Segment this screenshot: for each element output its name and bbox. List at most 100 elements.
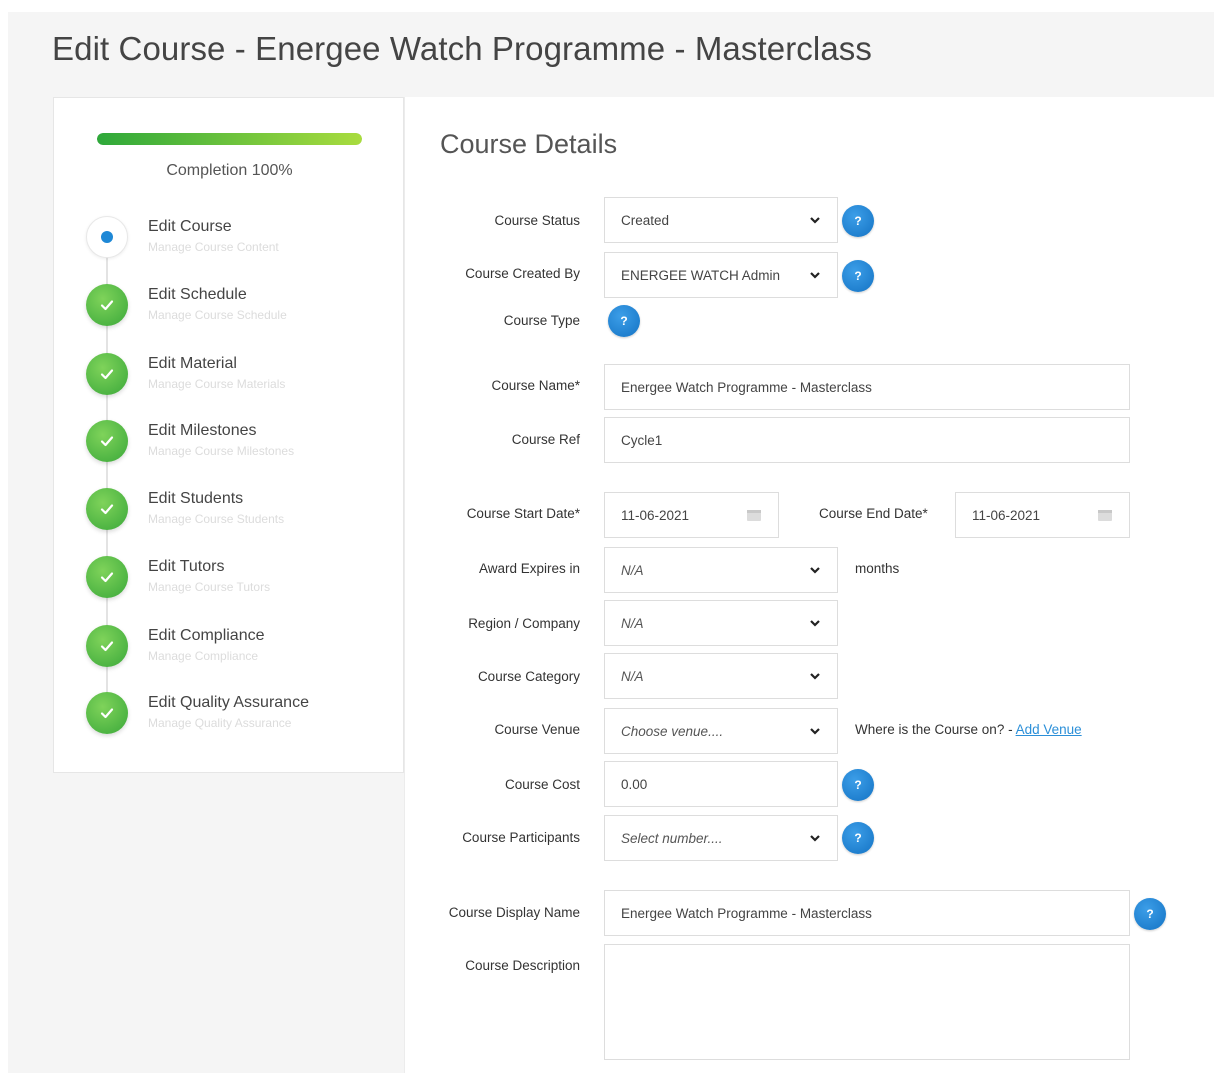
cost-label: Course Cost xyxy=(504,777,580,792)
checkmark-icon xyxy=(86,284,128,326)
add-venue-link[interactable]: Add Venue xyxy=(1016,722,1082,737)
start-date-input[interactable]: 11-06-2021 xyxy=(604,492,779,538)
checkmark-icon xyxy=(86,488,128,530)
page-title: Edit Course - Energee Watch Programme - … xyxy=(52,30,872,67)
completion-progress-bar xyxy=(97,133,362,145)
venue-hint-text: Where is the Course on? - xyxy=(855,722,1016,737)
cost-value: 0.00 xyxy=(621,776,648,792)
end-date-label: Course End Date* xyxy=(819,506,928,521)
category-label: Course Category xyxy=(477,669,580,684)
step-title: Edit Material xyxy=(148,355,237,372)
course-status-label: Course Status xyxy=(494,213,580,228)
chevron-down-icon xyxy=(810,835,820,842)
current-step-dot xyxy=(101,231,113,243)
venue-select[interactable]: Choose venue.... xyxy=(604,708,838,754)
venue-hint: Where is the Course on? - Add Venue xyxy=(855,722,1082,737)
step-subtitle: Manage Course Materials xyxy=(148,377,286,391)
step-edit-quality-assurance[interactable]: Edit Quality Assurance Manage Quality Ass… xyxy=(86,692,386,742)
participants-placeholder: Select number.... xyxy=(621,830,723,846)
step-title: Edit Students xyxy=(148,490,244,507)
region-label: Region / Company xyxy=(468,616,580,631)
checkmark-icon xyxy=(86,353,128,395)
checkmark-icon xyxy=(86,420,128,462)
calendar-icon[interactable] xyxy=(746,508,762,522)
course-ref-input[interactable]: Cycle1 xyxy=(604,417,1130,463)
chevron-down-icon xyxy=(810,620,820,627)
step-edit-milestones[interactable]: Edit Milestones Manage Course Milestones xyxy=(86,420,386,470)
course-name-input[interactable]: Energee Watch Programme - Masterclass xyxy=(604,364,1130,410)
display-name-value: Energee Watch Programme - Masterclass xyxy=(621,905,872,921)
completion-label: Completion 100% xyxy=(166,162,293,179)
display-name-label: Course Display Name xyxy=(448,905,580,920)
chevron-down-icon xyxy=(810,673,820,680)
award-expires-value: N/A xyxy=(621,562,644,578)
created-by-label: Course Created By xyxy=(465,266,580,281)
course-ref-value: Cycle1 xyxy=(621,432,663,448)
step-edit-course[interactable]: Edit Course Manage Course Content xyxy=(86,216,386,266)
cost-input[interactable]: 0.00 xyxy=(604,761,838,807)
display-name-help-icon[interactable]: ? xyxy=(1134,898,1166,930)
step-subtitle: Manage Quality Assurance xyxy=(148,716,292,730)
chevron-down-icon xyxy=(810,567,820,574)
course-name-value: Energee Watch Programme - Masterclass xyxy=(621,379,872,395)
course-status-select[interactable]: Created xyxy=(604,197,838,243)
step-edit-compliance[interactable]: Edit Compliance Manage Compliance xyxy=(86,625,386,675)
checkmark-icon xyxy=(86,692,128,734)
step-edit-material[interactable]: Edit Material Manage Course Materials xyxy=(86,353,386,403)
section-title: Course Details xyxy=(440,129,618,159)
venue-placeholder: Choose venue.... xyxy=(621,723,724,739)
current-step-indicator-icon xyxy=(86,216,128,258)
step-subtitle: Manage Course Schedule xyxy=(148,308,287,322)
description-label: Course Description xyxy=(465,958,580,973)
created-by-select[interactable]: ENERGEE WATCH Admin xyxy=(604,252,838,298)
course-name-label: Course Name* xyxy=(491,378,580,393)
course-status-help-icon[interactable]: ? xyxy=(842,205,874,237)
cost-help-icon[interactable]: ? xyxy=(842,769,874,801)
step-edit-schedule[interactable]: Edit Schedule Manage Course Schedule xyxy=(86,284,386,334)
region-value: N/A xyxy=(621,615,644,631)
created-by-value: ENERGEE WATCH Admin xyxy=(621,267,781,283)
course-type-help-icon[interactable]: ? xyxy=(608,305,640,337)
checkmark-icon xyxy=(86,556,128,598)
step-subtitle: Manage Course Milestones xyxy=(148,444,295,458)
step-subtitle: Manage Course Students xyxy=(148,512,285,526)
step-title: Edit Milestones xyxy=(148,422,257,439)
region-select[interactable]: N/A xyxy=(604,600,838,646)
checkmark-icon xyxy=(86,625,128,667)
participants-help-icon[interactable]: ? xyxy=(842,822,874,854)
chevron-down-icon xyxy=(810,217,820,224)
step-title: Edit Schedule xyxy=(148,286,247,303)
course-steps-sidebar: Completion 100% Edit Course Manage Course… xyxy=(53,97,404,773)
chevron-down-icon xyxy=(810,728,820,735)
course-details-panel: Course Details Course Status Created ? C… xyxy=(404,97,1214,1073)
step-title: Edit Quality Assurance xyxy=(148,694,309,711)
completion-progress-fill xyxy=(97,133,362,145)
step-title: Edit Compliance xyxy=(148,627,265,644)
calendar-icon[interactable] xyxy=(1097,508,1113,522)
venue-label: Course Venue xyxy=(494,722,580,737)
step-edit-students[interactable]: Edit Students Manage Course Students xyxy=(86,488,386,538)
course-ref-label: Course Ref xyxy=(511,432,580,447)
start-date-label: Course Start Date* xyxy=(466,506,580,521)
award-expires-select[interactable]: N/A xyxy=(604,547,838,593)
award-expires-label: Award Expires in xyxy=(478,561,580,576)
chevron-down-icon xyxy=(810,272,820,279)
participants-label: Course Participants xyxy=(462,830,580,845)
course-type-label: Course Type xyxy=(503,313,580,328)
step-subtitle: Manage Course Content xyxy=(148,240,279,254)
created-by-help-icon[interactable]: ? xyxy=(842,260,874,292)
step-subtitle: Manage Compliance xyxy=(148,649,259,663)
end-date-input[interactable]: 11-06-2021 xyxy=(955,492,1130,538)
step-title: Edit Tutors xyxy=(148,558,225,575)
step-edit-tutors[interactable]: Edit Tutors Manage Course Tutors xyxy=(86,556,386,606)
step-title: Edit Course xyxy=(148,218,232,235)
category-select[interactable]: N/A xyxy=(604,653,838,699)
step-subtitle: Manage Course Tutors xyxy=(148,580,271,594)
end-date-value: 11-06-2021 xyxy=(972,507,1041,523)
award-expires-suffix: months xyxy=(855,561,900,576)
description-textarea[interactable] xyxy=(604,944,1130,1060)
course-status-value: Created xyxy=(621,212,670,228)
display-name-input[interactable]: Energee Watch Programme - Masterclass xyxy=(604,890,1130,936)
participants-select[interactable]: Select number.... xyxy=(604,815,838,861)
category-value: N/A xyxy=(621,668,644,684)
